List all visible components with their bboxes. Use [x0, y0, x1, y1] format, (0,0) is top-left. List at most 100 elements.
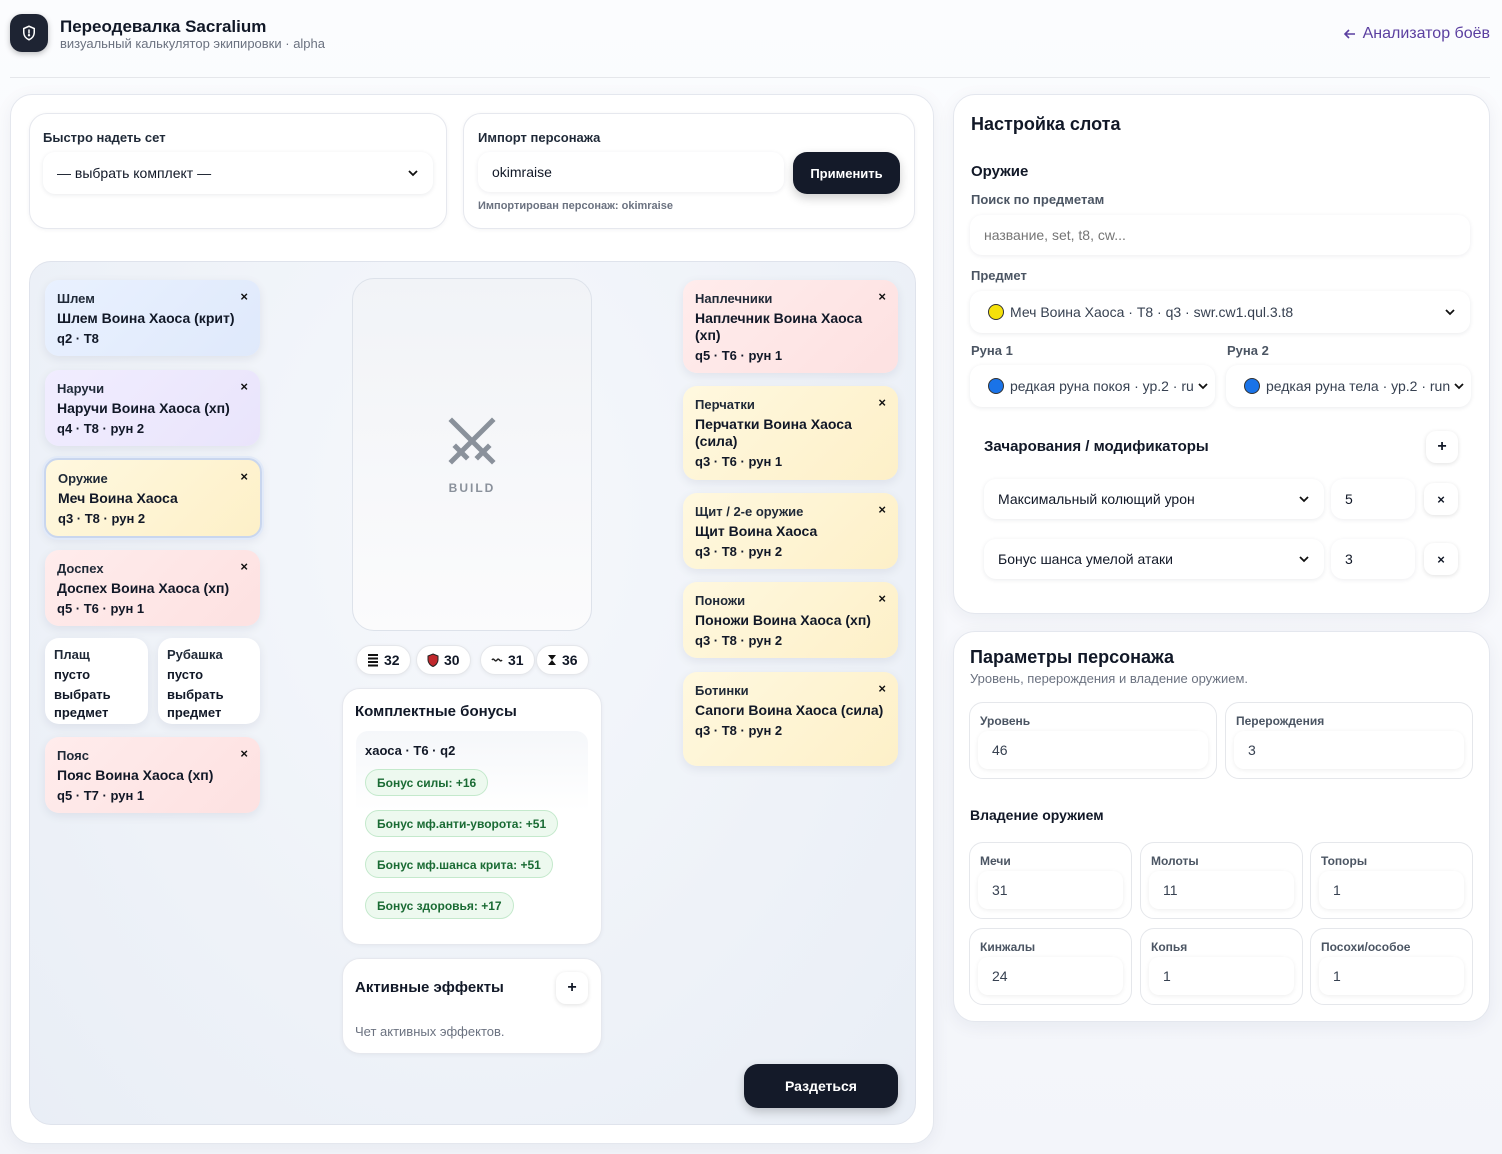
slot-leggings[interactable]: Поножи Поножи Воина Хаоса (хп) q3 · T8 ·…	[683, 582, 898, 658]
slot-meta: q3 · T8 · рун 2	[695, 633, 783, 648]
set-group-title: хаоса · T6 · q2	[365, 743, 456, 758]
remove-item-button[interactable]: ×	[878, 591, 886, 606]
slot-item: Наручи Воина Хаоса (хп)	[57, 400, 230, 416]
shield-icon	[427, 653, 439, 667]
bonus-chip: Бонус силы: +16	[365, 769, 489, 796]
app-title: Переодевалка Sacralium	[60, 17, 267, 36]
remove-enchant-button[interactable]: ×	[1424, 483, 1458, 515]
remove-item-button[interactable]: ×	[240, 289, 248, 304]
slot-item: Доспех Воина Хаоса (хп)	[57, 580, 230, 596]
enchant-title: Зачарования / модификаторы	[984, 438, 1209, 455]
slot-meta: q5 · T6 · рун 1	[57, 601, 145, 616]
slot-config-panel	[953, 94, 1490, 614]
slot-shirt[interactable]: Рубашка пусто выбрать предмет	[158, 638, 260, 724]
slot-shield[interactable]: Щит / 2-е оружие Щит Воина Хаоса q3 · T8…	[683, 493, 898, 569]
apply-button[interactable]: Применить	[793, 152, 900, 194]
mastery-title: Владение оружием	[970, 807, 1104, 823]
slot-bracers[interactable]: Наручи Наручи Воина Хаоса (хп) q4 · T8 ·…	[45, 370, 260, 446]
level-label: Уровень	[980, 714, 1031, 728]
enchant-value-input[interactable]: 5	[1331, 479, 1415, 519]
slot-item: Поножи Воина Хаоса (хп)	[695, 612, 871, 628]
quick-set-select[interactable]: — выбрать комплект —	[43, 152, 433, 194]
slot-name: Рубашка	[167, 647, 223, 662]
slot-meta: q3 · T8 · рун 2	[695, 544, 783, 559]
character-subtitle: Уровень, перерождения и владение оружием…	[970, 671, 1249, 686]
slot-cloak[interactable]: Плащ пусто выбрать предмет	[45, 638, 148, 724]
crossed-swords-icon	[448, 417, 496, 465]
stat-chip: 30	[416, 645, 471, 675]
slot-name: Доспех	[57, 561, 104, 576]
item-search-input[interactable]	[970, 215, 1470, 255]
remove-item-button[interactable]: ×	[240, 746, 248, 761]
slot-meta: q3 · T8 · рун 2	[695, 723, 783, 738]
rebirth-input[interactable]: 3	[1234, 731, 1464, 769]
enchant-name: Максимальный колющий урон	[998, 491, 1195, 507]
bonus-chip: Бонус мф.шанса крита: +51	[365, 851, 553, 878]
slot-boots[interactable]: Ботинки Сапоги Воина Хаоса (сила) q3 · T…	[683, 672, 898, 766]
remove-item-button[interactable]: ×	[240, 469, 248, 484]
slot-item: Щит Воина Хаоса	[695, 523, 818, 539]
add-effect-button[interactable]: +	[556, 972, 588, 1004]
enchant-value-input[interactable]: 3	[1331, 539, 1415, 579]
slot-helmet[interactable]: Шлем Шлем Воина Хаоса (крит) q2 · T8 ×	[45, 280, 260, 356]
remove-item-button[interactable]: ×	[878, 289, 886, 304]
import-label: Импорт персонажа	[478, 130, 601, 145]
mastery-input[interactable]: 1	[1149, 957, 1294, 995]
add-enchant-button[interactable]: +	[1426, 431, 1458, 463]
battle-analyzer-label: Анализатор боёв	[1362, 25, 1490, 42]
enchant-select[interactable]: Максимальный колющий урон	[984, 479, 1324, 519]
slot-state: пусто	[167, 667, 204, 682]
mastery-label: Кинжалы	[980, 940, 1036, 954]
undress-button[interactable]: Раздеться	[744, 1064, 898, 1108]
remove-item-button[interactable]: ×	[878, 681, 886, 696]
slot-item: Шлем Воина Хаоса (крит)	[57, 310, 235, 326]
mastery-input[interactable]: 1	[1319, 957, 1464, 995]
stat-chip: 32	[356, 645, 411, 675]
mastery-box: Посохи/особое 1	[1310, 928, 1473, 1005]
slot-meta: q4 · T8 · рун 2	[57, 421, 145, 436]
arrow-left-icon	[1343, 29, 1355, 39]
slot-weapon[interactable]: Оружие Меч Воина Хаоса q3 · T8 · рун 2 ×	[44, 458, 262, 538]
rune2-label: Руна 2	[1227, 343, 1269, 358]
slot-hint: выбрать	[167, 687, 224, 702]
slot-name: Ботинки	[695, 683, 749, 698]
slot-name: Шлем	[57, 291, 95, 306]
rune2-value: редкая руна тела · ур.2 · run	[1266, 378, 1451, 394]
enchant-select[interactable]: Бонус шанса умелой атаки	[984, 539, 1324, 579]
stat-chip: 36	[536, 645, 589, 675]
chevron-down-icon	[1454, 383, 1464, 390]
character-name-input[interactable]: okimraise	[478, 152, 784, 192]
mastery-input[interactable]: 11	[1149, 871, 1294, 909]
level-input[interactable]: 46	[978, 731, 1208, 769]
build-label: BUILD	[448, 481, 496, 495]
item-select[interactable]: Меч Воина Хаоса · T8 · q3 · swr.cw1.qul.…	[970, 291, 1470, 333]
battle-analyzer-link[interactable]: Анализатор боёв	[1343, 25, 1490, 43]
remove-item-button[interactable]: ×	[240, 559, 248, 574]
slot-shoulders[interactable]: Наплечники Наплечник Воина Хаоса (хп) q5…	[683, 280, 898, 373]
slot-meta: q2 · T8	[57, 331, 99, 346]
slot-hint: предмет	[167, 705, 222, 720]
mastery-input[interactable]: 1	[1319, 871, 1464, 909]
slot-hint: предмет	[54, 705, 109, 720]
slot-item: Пояс Воина Хаоса (хп)	[57, 767, 214, 783]
rune1-select[interactable]: редкая руна покоя · ур.2 · ru	[970, 365, 1215, 407]
remove-item-button[interactable]: ×	[878, 502, 886, 517]
remove-item-button[interactable]: ×	[240, 379, 248, 394]
slot-belt[interactable]: Пояс Пояс Воина Хаоса (хп) q5 · T7 · рун…	[45, 737, 260, 813]
mastery-label: Мечи	[980, 854, 1011, 868]
wave-icon	[491, 658, 503, 662]
slot-name: Перчатки	[695, 397, 755, 412]
mastery-input[interactable]: 31	[978, 871, 1123, 909]
app-subtitle: визуальный калькулятор экипировки · alph…	[60, 36, 325, 51]
slot-armor[interactable]: Доспех Доспех Воина Хаоса (хп) q5 · T6 ·…	[45, 550, 260, 626]
stat-chip: 31	[480, 645, 535, 675]
rune2-select[interactable]: редкая руна тела · ур.2 · run	[1226, 365, 1471, 407]
slot-gloves[interactable]: Перчатки Перчатки Воина Хаоса (сила) q3 …	[683, 386, 898, 480]
layers-icon	[368, 654, 378, 667]
rebirth-box: Перерождения 3	[1225, 702, 1473, 779]
chevron-down-icon	[408, 170, 418, 177]
remove-item-button[interactable]: ×	[878, 395, 886, 410]
remove-enchant-button[interactable]: ×	[1424, 543, 1458, 575]
quick-set-label: Быстро надеть сет	[43, 130, 166, 145]
mastery-input[interactable]: 24	[978, 957, 1123, 995]
